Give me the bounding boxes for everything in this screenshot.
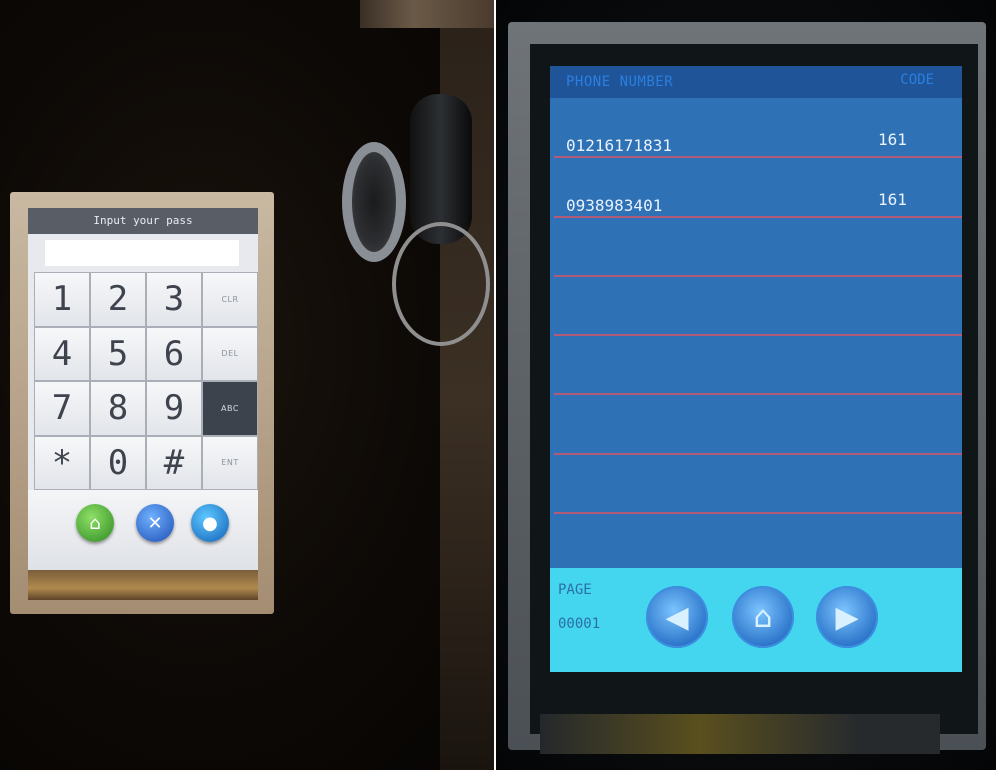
next-page-button[interactable]: ▶ bbox=[816, 586, 878, 648]
key-abc[interactable]: ABC bbox=[202, 381, 258, 436]
row-code: 161 bbox=[878, 190, 907, 209]
key-4[interactable]: 4 bbox=[34, 326, 90, 381]
key-ring bbox=[392, 222, 490, 346]
nav-bar: PAGE 00001 ◀ ⌂ ▶ bbox=[550, 568, 962, 672]
icon-bar: ⌂ ✕ ● bbox=[28, 490, 258, 570]
info-icon[interactable]: ● bbox=[191, 504, 229, 542]
left-photo: Input your pass 1 2 3 CLR 4 5 6 DEL 7 8 9 ABC * 0 # ENT… bbox=[0, 0, 494, 770]
key-2[interactable]: 2 bbox=[90, 272, 146, 327]
column-header-phone: PHONE NUMBER bbox=[566, 74, 674, 90]
row-divider bbox=[554, 216, 962, 218]
row-divider bbox=[554, 156, 962, 158]
lcd-connector bbox=[28, 570, 258, 600]
keypad: 1 2 3 CLR 4 5 6 DEL 7 8 9 ABC * 0 # ENT bbox=[34, 272, 258, 490]
key-8[interactable]: 8 bbox=[90, 381, 146, 436]
key-7[interactable]: 7 bbox=[34, 381, 90, 436]
row-phone-number: 0938983401 bbox=[566, 196, 663, 215]
phone-list-screen: PHONE NUMBER CODE 01216171831 161 09389834… bbox=[550, 66, 962, 672]
key-3[interactable]: 3 bbox=[146, 272, 202, 327]
page-number: 00001 bbox=[558, 616, 601, 632]
row-divider bbox=[554, 512, 962, 514]
lcd-bottom-edge bbox=[540, 714, 940, 754]
table-header: PHONE NUMBER CODE bbox=[550, 66, 962, 98]
key-9[interactable]: 9 bbox=[146, 381, 202, 436]
arrow-right-icon: ▶ bbox=[835, 599, 859, 635]
key-del[interactable]: DEL bbox=[202, 326, 258, 381]
key-ent[interactable]: ENT bbox=[202, 435, 258, 490]
door-lock bbox=[342, 142, 406, 262]
password-input[interactable] bbox=[45, 240, 239, 266]
row-code: 161 bbox=[878, 130, 907, 149]
row-divider bbox=[554, 393, 962, 395]
prev-page-button[interactable]: ◀ bbox=[646, 586, 708, 648]
key-hash[interactable]: # bbox=[146, 435, 202, 490]
tools-icon[interactable]: ✕ bbox=[136, 504, 174, 542]
key-6[interactable]: 6 bbox=[146, 326, 202, 381]
arrow-left-icon: ◀ bbox=[665, 599, 689, 635]
keypad-title: Input your pass bbox=[28, 208, 258, 234]
key-star[interactable]: * bbox=[34, 435, 90, 490]
page-label: PAGE bbox=[558, 582, 592, 598]
key-0[interactable]: 0 bbox=[90, 435, 146, 490]
row-divider bbox=[554, 275, 962, 277]
wall-background bbox=[360, 0, 494, 28]
row-phone-number: 01216171831 bbox=[566, 136, 672, 155]
row-divider bbox=[554, 334, 962, 336]
row-divider bbox=[554, 453, 962, 455]
home-button[interactable]: ⌂ bbox=[732, 586, 794, 648]
column-header-code: CODE bbox=[900, 72, 934, 88]
keypad-screen: Input your pass 1 2 3 CLR 4 5 6 DEL 7 8 9 ABC * 0 # ENT… bbox=[28, 208, 258, 570]
home-icon: ⌂ bbox=[753, 599, 773, 635]
key-clr[interactable]: CLR bbox=[202, 272, 258, 327]
home-icon[interactable]: ⌂ bbox=[76, 504, 114, 542]
key-1[interactable]: 1 bbox=[34, 272, 90, 327]
key-5[interactable]: 5 bbox=[90, 326, 146, 381]
